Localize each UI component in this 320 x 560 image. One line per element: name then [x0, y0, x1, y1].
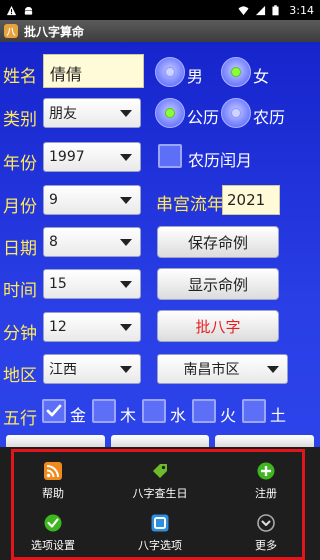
dropdown-arrow-icon	[120, 324, 132, 331]
menu-item-label: 更多	[255, 538, 277, 552]
hour-value: 15	[49, 276, 67, 292]
dropdown-arrow-icon	[120, 110, 132, 117]
flow-year-label: 串宫流年	[156, 195, 224, 215]
rss-icon	[44, 461, 62, 480]
notification-warning-icon	[6, 5, 17, 16]
app-icon: 八	[4, 24, 18, 38]
province-select[interactable]: 江西	[43, 354, 141, 384]
year-select[interactable]: 1997	[43, 142, 141, 172]
tag-icon	[151, 462, 169, 480]
five-elements-label: 五行	[3, 409, 37, 429]
menu-item-label: 八字查生日	[132, 486, 188, 500]
menu-item-register[interactable]: 注册	[213, 455, 319, 507]
element-wood-checkbox[interactable]	[92, 399, 116, 423]
calendar-lunar-label: 农历	[253, 108, 286, 127]
element-fire-checkbox[interactable]	[192, 399, 216, 423]
menu-item-bazi-birthday[interactable]: 八字查生日	[107, 455, 213, 507]
year-label: 年份	[3, 154, 37, 174]
checkmark-icon	[46, 404, 62, 417]
dropdown-arrow-icon	[267, 366, 279, 373]
plus-circle-icon	[257, 462, 275, 480]
leap-month-checkbox[interactable]	[158, 144, 182, 168]
region-label: 地区	[3, 366, 37, 386]
element-fire-label: 火	[220, 406, 237, 425]
month-select[interactable]: 9	[43, 185, 141, 215]
check-circle-icon	[44, 514, 62, 532]
app-icon-glyph: 八	[6, 27, 16, 38]
menu-item-help[interactable]: 帮助	[0, 455, 106, 507]
dropdown-arrow-icon	[120, 281, 132, 288]
menu-item-label: 八字选项	[138, 538, 182, 552]
minute-value: 12	[49, 319, 67, 335]
app-title-bar: 八 批八字算命	[0, 20, 320, 42]
gender-female-label: 女	[253, 67, 270, 86]
element-metal-label: 金	[70, 406, 87, 425]
day-label: 日期	[3, 239, 37, 259]
day-value: 8	[49, 234, 58, 250]
name-label: 姓名	[3, 67, 37, 87]
category-value: 朋友	[49, 106, 77, 122]
day-select[interactable]: 8	[43, 227, 141, 257]
chevron-down-circle-icon	[257, 513, 275, 532]
dropdown-arrow-icon	[120, 366, 132, 373]
menu-item-more[interactable]: 更多	[213, 507, 319, 559]
save-case-button[interactable]: 保存命例	[157, 226, 279, 258]
hour-select[interactable]: 15	[43, 269, 141, 299]
menu-item-label: 注册	[255, 486, 277, 500]
hour-label: 时间	[3, 281, 37, 301]
options-menu: 帮助 八字查生日 注册 选项设置 八字选项 更多	[0, 447, 320, 560]
flow-year-input[interactable]: 2021	[222, 185, 280, 215]
element-water-label: 水	[170, 406, 187, 425]
category-select[interactable]: 朋友	[43, 98, 141, 128]
element-earth-label: 土	[270, 406, 287, 425]
signal-icon	[255, 5, 266, 16]
leap-month-label: 农历闰月	[188, 151, 253, 170]
app-title: 批八字算命	[24, 24, 85, 39]
gender-female-radio[interactable]	[221, 57, 251, 87]
gender-male-label: 男	[187, 67, 204, 86]
android-icon	[23, 5, 34, 16]
status-bar: 3:14	[0, 0, 320, 20]
month-value: 9	[49, 192, 58, 208]
minute-label: 分钟	[3, 324, 37, 344]
province-value: 江西	[49, 362, 77, 378]
gender-male-radio[interactable]	[155, 57, 185, 87]
element-wood-label: 木	[120, 406, 137, 425]
menu-item-label: 选项设置	[31, 538, 75, 552]
month-label: 月份	[3, 197, 37, 217]
battery-icon	[272, 4, 283, 16]
element-metal-checkbox[interactable]	[42, 399, 66, 423]
dropdown-arrow-icon	[120, 239, 132, 246]
menu-item-label: 帮助	[42, 486, 64, 500]
window-icon	[151, 514, 169, 532]
dropdown-arrow-icon	[120, 197, 132, 204]
category-label: 类别	[3, 110, 37, 130]
status-time: 3:14	[289, 3, 314, 17]
show-case-button[interactable]: 显示命例	[157, 268, 279, 300]
wifi-icon	[238, 5, 249, 16]
district-select[interactable]: 南昌市区	[157, 354, 288, 384]
menu-item-settings[interactable]: 选项设置	[0, 507, 106, 559]
calendar-solar-label: 公历	[187, 108, 220, 127]
dropdown-arrow-icon	[120, 154, 132, 161]
calendar-lunar-radio[interactable]	[221, 98, 251, 128]
element-water-checkbox[interactable]	[142, 399, 166, 423]
district-value: 南昌市区	[183, 362, 240, 378]
year-value: 1997	[49, 149, 85, 165]
element-earth-checkbox[interactable]	[242, 399, 266, 423]
minute-select[interactable]: 12	[43, 312, 141, 342]
menu-item-bazi-options[interactable]: 八字选项	[107, 507, 213, 559]
compute-bazi-button[interactable]: 批八字	[157, 310, 279, 342]
calendar-solar-radio[interactable]	[155, 98, 185, 128]
name-input[interactable]: 倩倩	[43, 54, 144, 88]
